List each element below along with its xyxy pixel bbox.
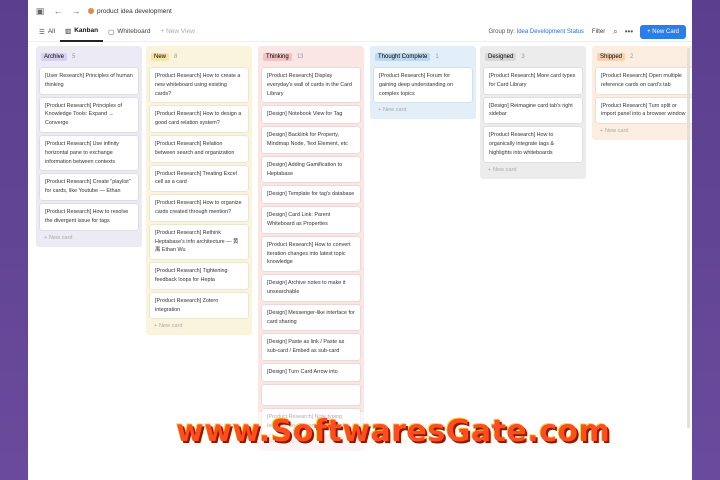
card[interactable]: [Design] Backlink for Property, Mindmap … [262, 127, 360, 153]
card[interactable]: [Product Research] Create "playlist" for… [40, 174, 138, 200]
card[interactable]: [Product Research] Tightening feedback l… [150, 263, 248, 289]
card[interactable]: [Product Research] How to design a good … [150, 106, 248, 132]
card[interactable]: [Design] Archive notes to make it unsear… [262, 275, 360, 301]
view-bar: ☰ All ▥ Kanban ▢ Whiteboard + New View G… [28, 22, 692, 42]
column-header[interactable]: Shipped 2 [596, 50, 692, 64]
tab-all[interactable]: ☰ All [34, 22, 60, 42]
column-label: Shipped [597, 53, 626, 61]
card[interactable] [262, 384, 360, 405]
card[interactable]: [Design] Notebook View for Tag [262, 106, 360, 124]
new-card-link[interactable]: + New card [374, 102, 472, 115]
column-header[interactable]: Thinking 13 [262, 50, 360, 64]
column-header[interactable]: Thought Complete 1 [374, 50, 472, 64]
kanban-column: Archive 5 [User Research] Principles of hu… [36, 46, 142, 247]
card[interactable]: [Design] Template for tag's database [262, 186, 360, 204]
kanban-column: Designed 3 [Product Research] More card ty… [480, 46, 586, 179]
kanban-icon: ▥ [65, 27, 72, 35]
column-count: 2 [630, 54, 634, 60]
card[interactable]: [Product Research] How to convert iterat… [262, 236, 360, 272]
vertical-scrollbar[interactable] [687, 48, 690, 428]
card[interactable]: [Product Research] Open multiple referen… [596, 68, 692, 94]
tab-all-label: All [47, 28, 56, 35]
card[interactable]: [Design] Messenger-like interface for ca… [262, 304, 360, 331]
card[interactable]: [Product Research] Forum for gaining dee… [374, 68, 472, 103]
card[interactable]: [Product Research] How to resolve the di… [40, 203, 138, 230]
column-count: 8 [174, 54, 178, 60]
card[interactable]: [Product Research] How to organically in… [484, 127, 582, 162]
tab-new-view-label: + New View [160, 28, 195, 35]
breadcrumb[interactable]: product idea development [88, 8, 172, 15]
card[interactable]: [Product Research] Display everyday's wa… [262, 68, 360, 103]
column-count: 5 [72, 54, 76, 60]
app-window: ▣ ← → product idea development ☰ All ▥ K… [28, 0, 692, 480]
new-card-button[interactable]: + New Card [640, 24, 686, 39]
card[interactable]: [Design] Paste as link / Paste as sub-ca… [262, 334, 360, 360]
card[interactable]: [User Research] Principles of human thin… [40, 68, 138, 94]
card[interactable]: [Product Research] More card types for C… [484, 68, 582, 94]
card[interactable]: [Design] Adding Gamification to Heptabas… [262, 156, 360, 183]
breadcrumb-label: product idea development [97, 7, 172, 15]
column-label: Thought Complete [375, 53, 431, 61]
group-by-value: Idea Development Status [516, 28, 584, 35]
tab-kanban-label: Kanban [74, 27, 99, 34]
card[interactable]: [Product Research] Turn split or import … [596, 97, 692, 124]
group-by-label: Group by: [488, 28, 515, 35]
top-bar: ▣ ← → product idea development [28, 0, 692, 22]
card[interactable]: [Product Research] Principles of Knowled… [40, 97, 138, 132]
card[interactable]: [Product Research] Zotero integration [150, 292, 248, 319]
tab-kanban[interactable]: ▥ Kanban [60, 22, 104, 42]
list-icon: ☰ [39, 28, 45, 36]
card[interactable]: [Design] Turn Card Arrow into [262, 363, 360, 381]
whiteboard-icon: ▢ [108, 28, 115, 36]
column-count: 1 [435, 54, 439, 60]
card[interactable]: [Design] Card Link: Parent Whiteboard as… [262, 207, 360, 233]
column-label: Archive [41, 53, 68, 61]
card[interactable]: [Product Research] Treating Excel cell a… [150, 165, 248, 192]
group-by-selector[interactable]: Group by: Idea Development Status [489, 29, 584, 35]
card[interactable]: [Product Research] How to organize cards… [150, 195, 248, 221]
kanban-column: New 8 [Product Research] How to create a n… [146, 46, 252, 336]
new-card-link[interactable]: + New card [40, 230, 138, 243]
filter-button[interactable]: Filter [592, 29, 605, 35]
new-card-link[interactable]: + New card [484, 162, 582, 175]
card[interactable]: [Product Research] Relation between sear… [150, 135, 248, 162]
new-card-link[interactable]: + New card [596, 123, 692, 136]
column-header[interactable]: Archive 5 [40, 50, 138, 64]
card[interactable]: [Product Research] Use infinity horizont… [40, 135, 138, 171]
column-count: 3 [521, 54, 525, 60]
column-header[interactable]: Designed 3 [484, 50, 582, 64]
new-card-link[interactable]: + New card [150, 318, 248, 331]
watermark: www.SoftwaresGate.com [176, 412, 610, 452]
card[interactable]: [Product Research] Rethink Heptabase's i… [150, 224, 248, 260]
column-label: New [151, 53, 170, 61]
sidebar-toggle-icon[interactable]: ▣ [34, 5, 46, 17]
column-count: 13 [296, 54, 304, 60]
forward-arrow-icon[interactable]: → [70, 5, 82, 17]
kanban-column: Shipped 2 [Product Research] Open multiple… [592, 46, 692, 141]
column-label: Designed [485, 53, 517, 61]
tab-whiteboard[interactable]: ▢ Whiteboard [103, 22, 155, 42]
column-label: Thinking [263, 53, 292, 61]
card[interactable]: [Design] Reimagine card tab's right side… [484, 97, 582, 124]
more-options-icon[interactable]: ••• [625, 27, 633, 36]
tag-icon [88, 8, 94, 14]
back-arrow-icon[interactable]: ← [52, 5, 64, 17]
column-header[interactable]: New 8 [150, 50, 248, 64]
kanban-column: Thinking 13 [Product Research] Display eve… [258, 46, 364, 452]
search-icon[interactable]: ⌕ [613, 27, 617, 37]
card[interactable]: [Product Research] How to create a new w… [150, 68, 248, 103]
kanban-column: Thought Complete 1 [Product Research] Foru… [370, 46, 476, 120]
tab-new-view[interactable]: + New View [155, 22, 199, 42]
tab-whiteboard-label: Whiteboard [117, 28, 151, 35]
